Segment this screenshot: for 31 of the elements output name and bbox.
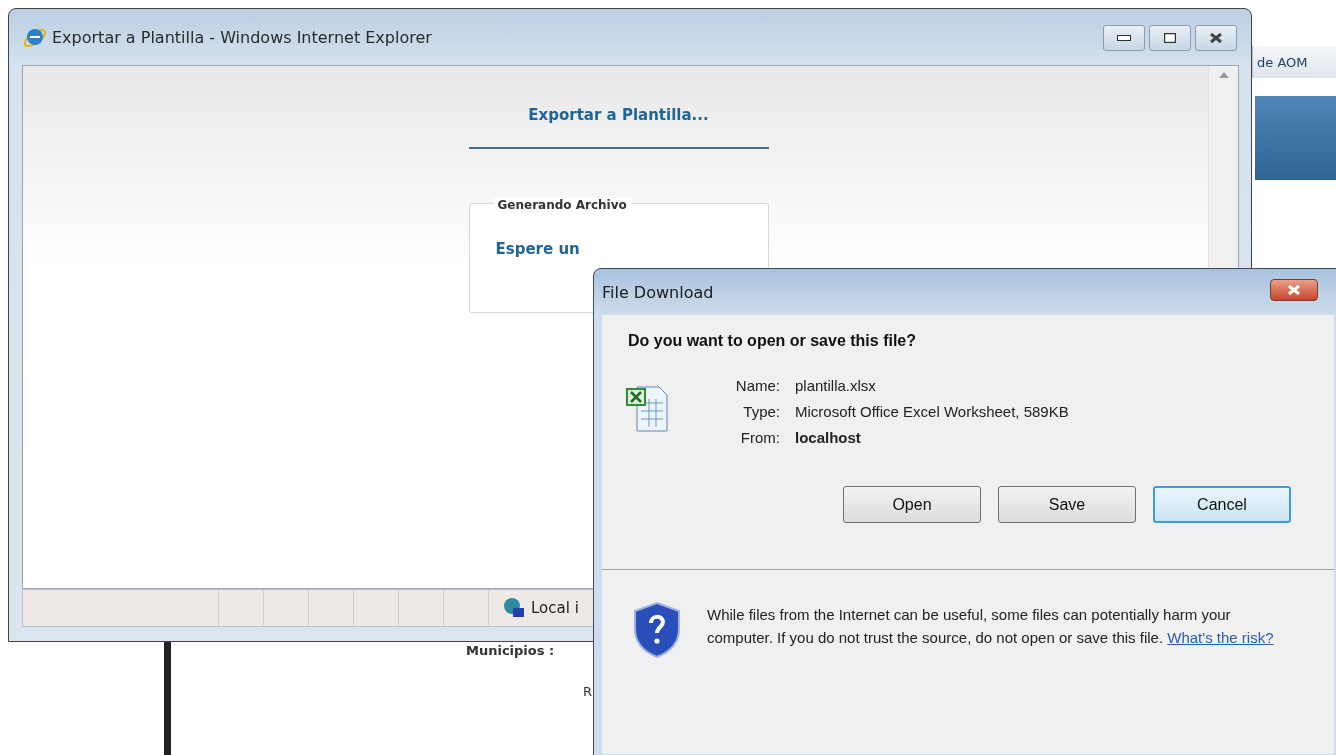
- minimize-button[interactable]: [1103, 25, 1145, 51]
- close-button[interactable]: [1195, 25, 1237, 51]
- dialog-button[interactable]: Open: [843, 486, 981, 523]
- field-value: localhost: [795, 429, 862, 446]
- risk-link[interactable]: What's the risk?: [1167, 629, 1274, 646]
- field-label: From:: [739, 429, 780, 446]
- maximize-icon: [1164, 33, 1176, 43]
- field-label: Municipios :: [466, 643, 555, 658]
- shield-question-icon: [633, 601, 681, 659]
- maximize-button[interactable]: [1149, 25, 1191, 51]
- page-tab[interactable]: de AOM: [1252, 46, 1336, 78]
- field-label: R: [583, 684, 593, 699]
- dialog-title: File Download: [602, 282, 714, 302]
- close-icon: [1287, 284, 1301, 296]
- dialog-question: Do you want to open or save this file?: [627, 331, 918, 350]
- window-title: Exportar a Plantilla - Windows Internet Explorer: [52, 27, 432, 47]
- close-icon: [1209, 32, 1223, 44]
- minimize-icon: [1117, 35, 1131, 41]
- security-zone-label: Local i: [531, 599, 579, 617]
- dialog-button[interactable]: Save: [998, 486, 1136, 523]
- field-label: Name:: [734, 377, 780, 394]
- warning-text: While files from the Internet can be useful, some files can potentially harm your computer. If you do not trust the source, do not open or save this file. What's the risk?: [707, 605, 1275, 648]
- wait-message: Espere un: [495, 240, 580, 258]
- globe-computer-icon: [503, 597, 525, 619]
- dialog-button[interactable]: Cancel: [1153, 486, 1291, 523]
- panel-legend: Generando Archivo: [493, 198, 631, 212]
- field-value: plantilla.xlsx: [795, 377, 877, 394]
- field-value: Microsoft Office Excel Worksheet, 589KB: [795, 403, 1069, 420]
- field-label: Type:: [742, 403, 780, 420]
- close-button[interactable]: [1270, 279, 1318, 301]
- page-heading: Exportar a Plantilla...: [528, 106, 709, 124]
